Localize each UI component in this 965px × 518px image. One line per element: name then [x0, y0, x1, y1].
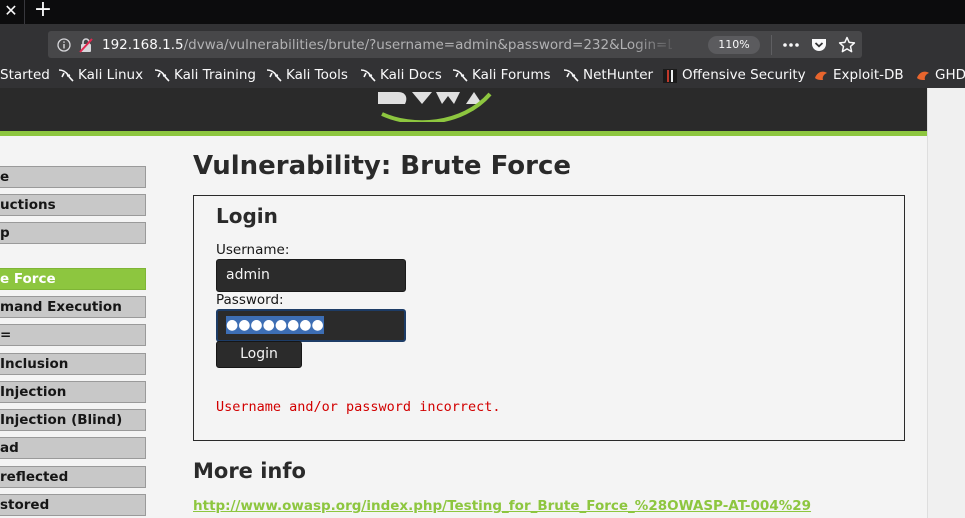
url-text[interactable]: 192.168.1.5/dvwa/vulnerabilities/brute/?… — [102, 36, 672, 54]
menu-item-xss-stored[interactable]: stored — [0, 494, 146, 516]
bookmark-star-icon[interactable] — [838, 36, 856, 54]
insecure-lock-icon[interactable] — [78, 37, 94, 53]
login-button[interactable]: Login — [216, 341, 302, 368]
page-title: Vulnerability: Brute Force — [193, 151, 572, 181]
bookmark-label: NetHunter — [583, 67, 654, 83]
bookmark-label: Kali Training — [174, 67, 256, 83]
kali-dragon-icon — [360, 69, 376, 82]
web-page: e uctions p e Force mand Execution = Inc… — [0, 88, 927, 518]
menu-item-label: Inclusion — [0, 356, 69, 372]
menu-item-file-inclusion[interactable]: Inclusion — [0, 353, 146, 375]
vertical-scrollbar[interactable] — [927, 88, 965, 518]
password-label: Password: — [216, 292, 284, 308]
bookmark-label: Started — [0, 67, 50, 83]
menu-item-home[interactable]: e — [0, 166, 146, 188]
menu-item-label: stored — [0, 497, 50, 513]
url-fade — [630, 32, 680, 58]
login-panel: Login Username: admin Password: ●●●●●●●●… — [193, 195, 905, 441]
bookmark-label: Exploit-DB — [833, 67, 904, 83]
menu-item-label: Injection (Blind) — [0, 412, 123, 428]
close-tab-icon[interactable]: ✕ — [0, 0, 22, 24]
tab-strip: ✕ + — [0, 0, 965, 24]
menu-item-sql-injection[interactable]: Injection — [0, 381, 146, 403]
menu-item-setup[interactable]: p — [0, 222, 146, 244]
url-host: 192.168.1.5 — [102, 37, 184, 53]
bookmark-label: Kali Docs — [380, 67, 442, 83]
bookmark-label: Kali Forums — [472, 67, 551, 83]
menu-item-upload[interactable]: ad — [0, 437, 146, 459]
url-bar-separator — [771, 35, 772, 55]
ghdb-icon — [917, 71, 929, 80]
menu-item-label: uctions — [0, 197, 56, 213]
menu-item-label: ad — [0, 440, 19, 456]
page-actions-icon[interactable] — [781, 37, 801, 53]
menu-item-command-execution[interactable]: mand Execution — [0, 296, 146, 318]
url-path: /dvwa/vulnerabilities/brute/?username=ad… — [183, 37, 672, 53]
bookmark-label: GHDB — [935, 67, 965, 83]
pocket-icon[interactable] — [810, 37, 828, 53]
menu-item-label: Injection — [0, 384, 67, 400]
kali-dragon-icon — [58, 69, 74, 82]
tab-separator — [24, 0, 25, 24]
menu-item-csrf[interactable]: = — [0, 324, 146, 346]
login-heading: Login — [216, 204, 278, 228]
kali-dragon-icon — [563, 69, 579, 82]
owasp-link[interactable]: http://www.owasp.org/index.php/Testing_f… — [193, 498, 811, 514]
exploit-db-icon — [815, 71, 827, 80]
zoom-indicator[interactable]: 110% — [708, 36, 760, 54]
menu-item-sql-injection-blind[interactable]: Injection (Blind) — [0, 409, 146, 431]
password-input[interactable]: ●●●●●●●● — [216, 309, 406, 342]
offsec-icon — [663, 69, 677, 83]
new-tab-button[interactable]: + — [30, 0, 56, 24]
dvwa-logo — [378, 92, 492, 122]
menu-item-label: e — [0, 169, 10, 185]
more-info-heading: More info — [193, 459, 306, 483]
menu-item-label: e Force — [0, 271, 56, 287]
bookmark-label: Kali Linux — [78, 67, 144, 83]
menu-item-brute-force[interactable]: e Force — [0, 268, 146, 290]
bookmark-label: Offensive Security — [682, 67, 806, 83]
menu-item-xss-reflected[interactable]: reflected — [0, 466, 146, 488]
header-accent-line — [0, 131, 927, 136]
kali-dragon-icon — [452, 69, 468, 82]
username-label: Username: — [216, 242, 290, 258]
username-input[interactable]: admin — [216, 259, 406, 292]
bookmark-label: Kali Tools — [286, 67, 348, 83]
menu-item-label: = — [0, 327, 12, 343]
dvwa-header — [0, 88, 927, 131]
info-icon[interactable] — [57, 38, 71, 52]
error-message: Username and/or password incorrect. — [216, 399, 501, 415]
menu-item-label: reflected — [0, 469, 69, 485]
password-mask: ●●●●●●●● — [226, 316, 324, 334]
menu-item-instructions[interactable]: uctions — [0, 194, 146, 216]
kali-dragon-icon — [266, 69, 282, 82]
menu-item-label: mand Execution — [0, 299, 122, 315]
kali-dragon-icon — [154, 69, 170, 82]
menu-item-label: p — [0, 225, 10, 241]
